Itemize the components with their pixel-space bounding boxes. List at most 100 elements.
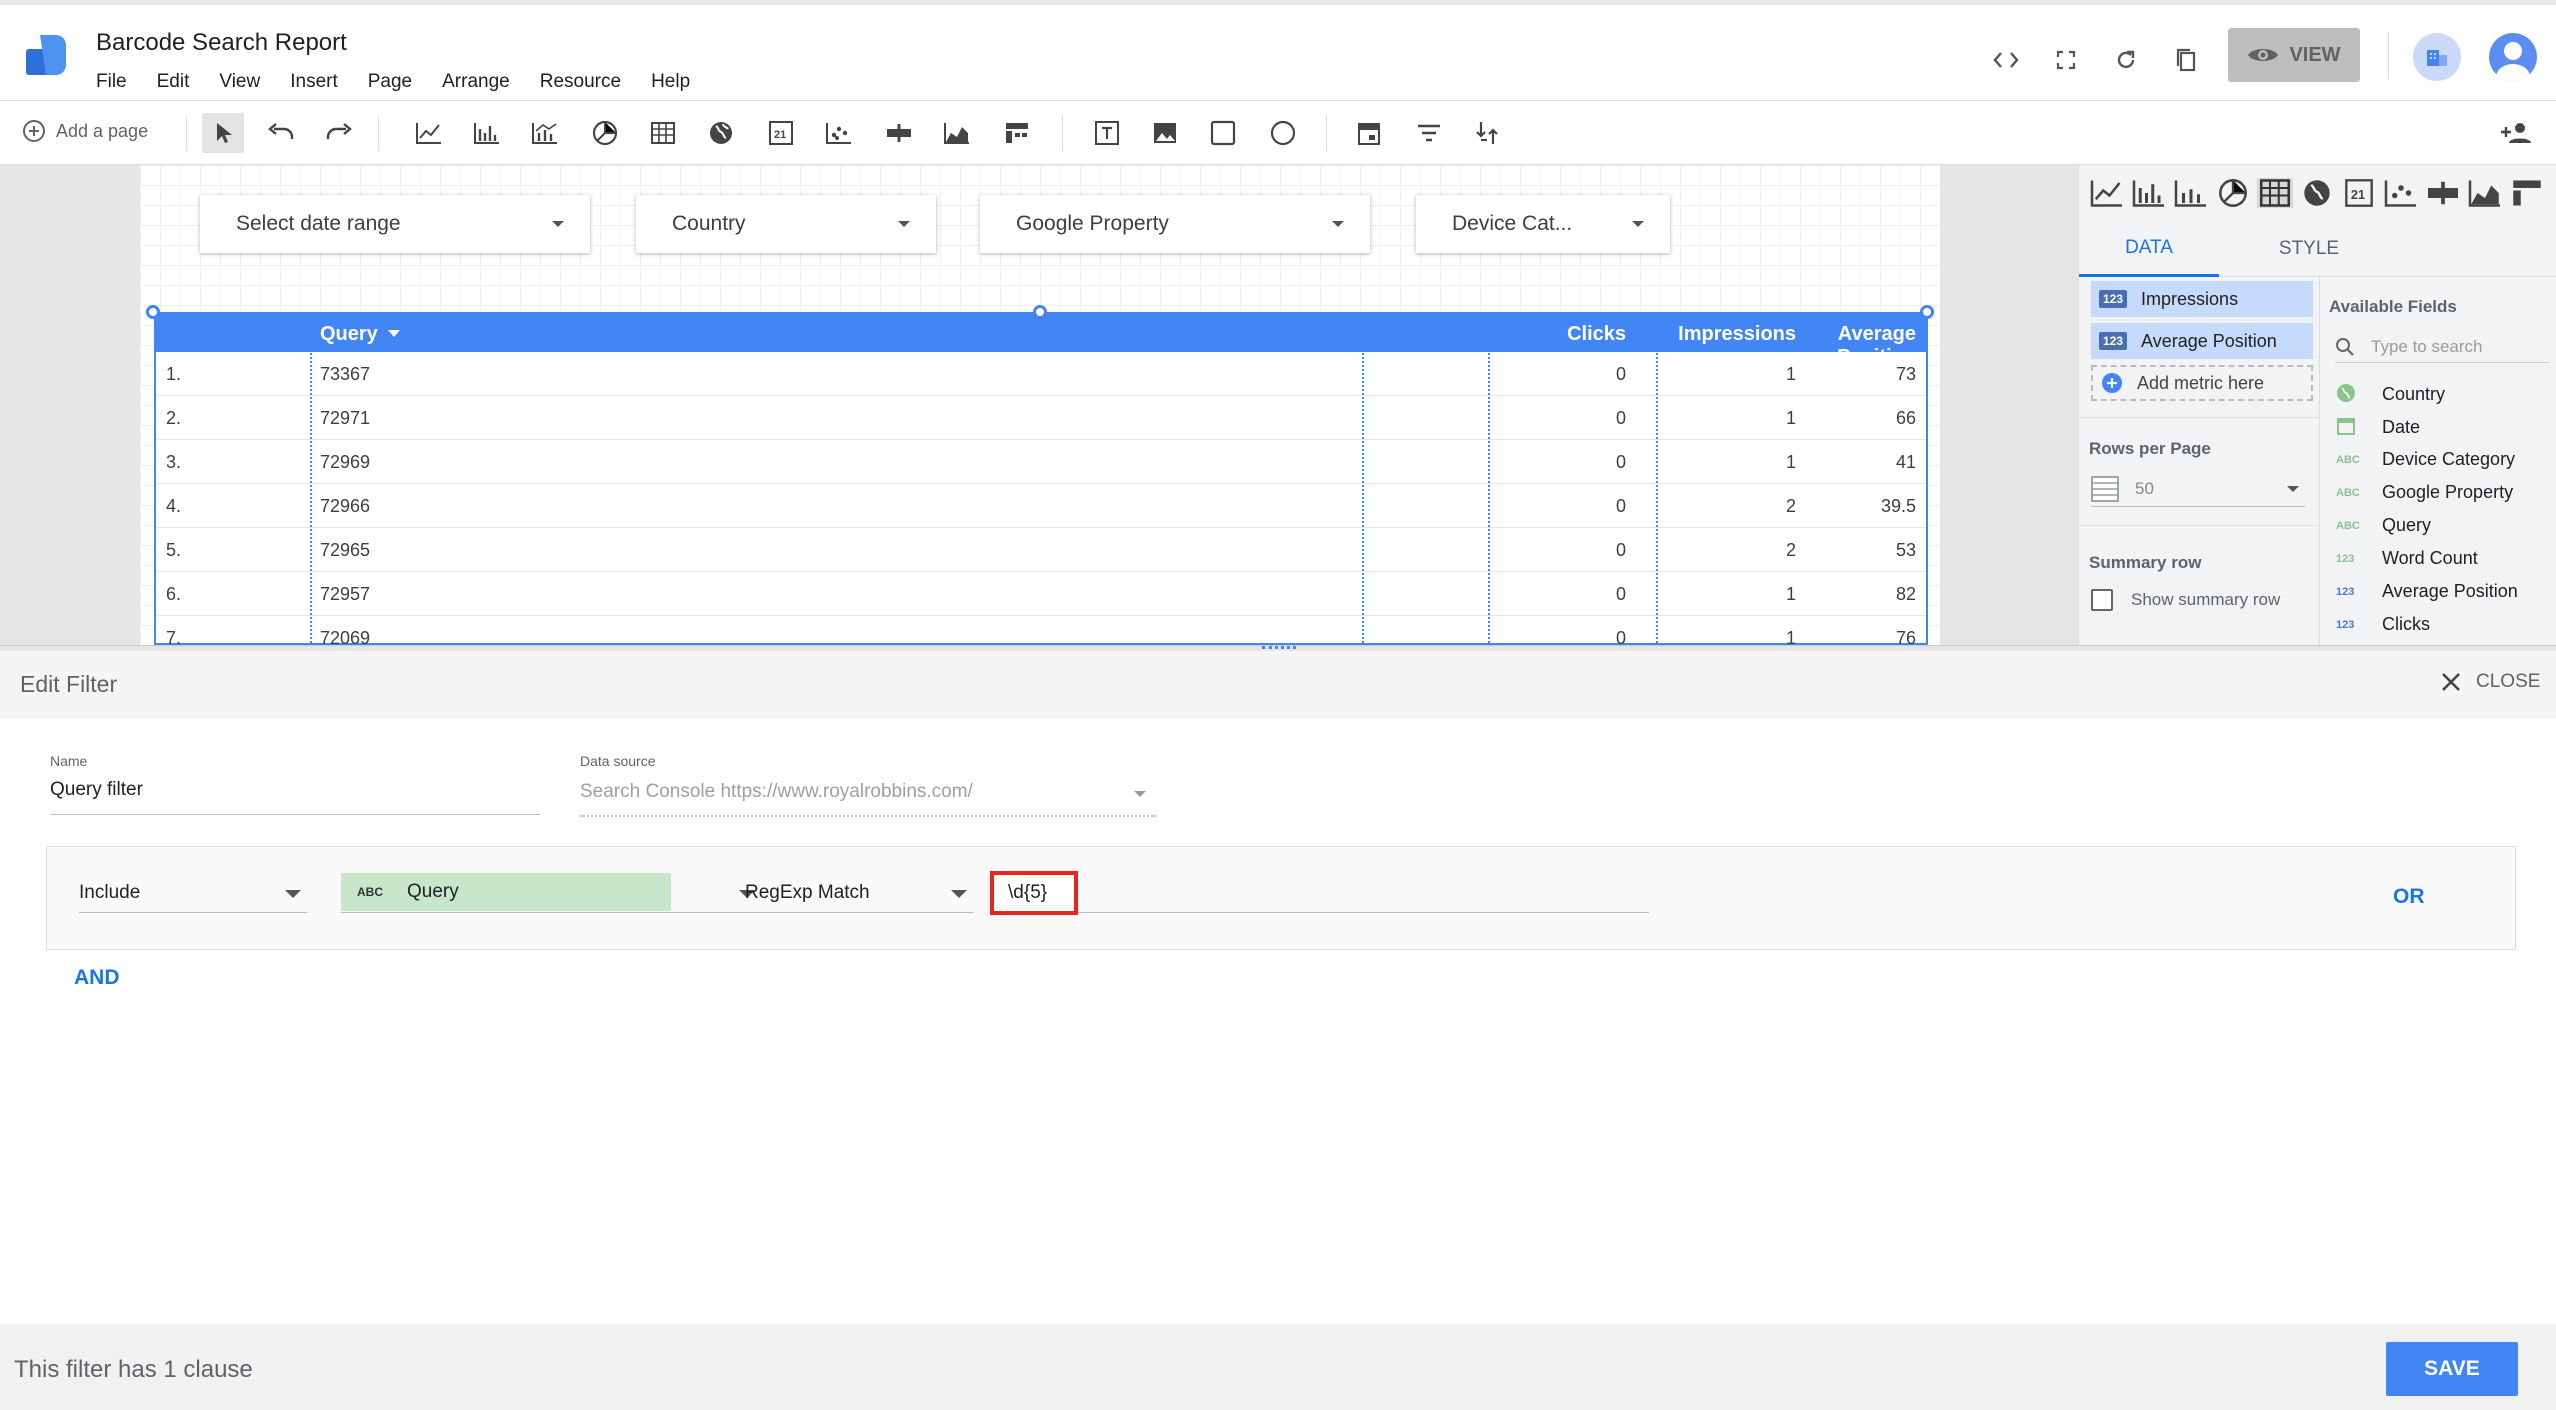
refresh-icon[interactable] (2106, 40, 2146, 80)
table-row[interactable]: 6. 72957 0 1 82 (156, 572, 1926, 616)
user-avatar[interactable] (2489, 33, 2537, 81)
undo-icon[interactable] (260, 113, 302, 153)
menu-view[interactable]: View (219, 71, 260, 93)
column-divider[interactable] (1656, 314, 1658, 647)
geo-map-icon[interactable] (2299, 178, 2335, 208)
pivot-table-icon[interactable] (2509, 178, 2545, 208)
dimension-chip-query[interactable]: ABC Query (341, 873, 671, 911)
pie-chart-icon[interactable] (584, 113, 626, 153)
or-button[interactable]: OR (2393, 885, 2425, 909)
combo-chart-icon[interactable] (2173, 178, 2209, 208)
report-title[interactable]: Barcode Search Report (96, 29, 347, 57)
field-search-input[interactable]: Type to search (2335, 331, 2549, 363)
menu-edit[interactable]: Edit (157, 71, 190, 93)
pie-chart-icon[interactable] (2215, 178, 2251, 208)
bar-chart-icon[interactable] (2131, 178, 2167, 208)
filter-control-icon[interactable] (1408, 113, 1450, 153)
field-item[interactable]: ABC Google Property (2336, 482, 2513, 503)
table-row[interactable]: 1. 73367 0 1 73 (156, 352, 1926, 396)
column-divider[interactable] (310, 314, 312, 647)
resize-handle[interactable] (146, 305, 160, 319)
field-item[interactable]: ABC Query (2336, 515, 2431, 536)
time-series-chart-icon[interactable] (408, 113, 450, 153)
time-series-chart-icon[interactable] (2089, 178, 2125, 208)
image-icon[interactable] (1144, 113, 1186, 153)
menu-resource[interactable]: Resource (540, 71, 621, 93)
metric-chip-average-position[interactable]: 123 Average Position (2091, 323, 2313, 359)
column-divider[interactable] (1488, 314, 1490, 647)
data-studio-logo-icon[interactable] (26, 35, 66, 77)
select-cursor-icon[interactable] (202, 113, 244, 153)
area-chart-icon[interactable] (936, 113, 978, 153)
area-chart-icon[interactable] (2467, 178, 2503, 208)
sort-desc-icon[interactable] (388, 330, 400, 337)
circle-icon[interactable] (1262, 113, 1304, 153)
scorecard-icon[interactable]: 21 (2341, 178, 2377, 208)
scatter-chart-icon[interactable] (818, 113, 860, 153)
drag-handle-icon[interactable] (1262, 646, 1296, 650)
field-item[interactable]: ABC Device Category (2336, 449, 2515, 470)
resize-handle[interactable] (1033, 305, 1047, 319)
menu-insert[interactable]: Insert (290, 71, 338, 93)
device-filter-control[interactable]: Device Cat... (1416, 195, 1670, 253)
fullscreen-icon[interactable] (2046, 40, 2086, 80)
data-control-icon[interactable] (1466, 113, 1508, 153)
share-add-person-icon[interactable] (2496, 113, 2538, 153)
add-metric-button[interactable]: Add metric here (2091, 365, 2313, 401)
table-chart-icon[interactable] (642, 113, 684, 153)
column-divider[interactable] (1362, 314, 1364, 647)
data-source-select[interactable]: Search Console https://www.royalrobbins.… (580, 781, 1156, 817)
table-chart-icon-selected[interactable] (2257, 178, 2293, 208)
bar-chart-icon[interactable] (466, 113, 508, 153)
country-filter-control[interactable]: Country (636, 195, 936, 253)
bullet-chart-icon[interactable] (2425, 178, 2461, 208)
combo-chart-icon[interactable] (524, 113, 566, 153)
menu-help[interactable]: Help (651, 71, 690, 93)
embed-code-icon[interactable] (1986, 40, 2026, 80)
filter-value-input[interactable]: \d{5} (990, 871, 1078, 915)
close-button[interactable]: CLOSE (2440, 671, 2540, 693)
save-button[interactable]: SAVE (2386, 1342, 2518, 1396)
field-item[interactable]: 123 Average Position (2336, 581, 2518, 602)
rows-per-page-select[interactable]: 50 (2091, 471, 2305, 507)
menu-arrange[interactable]: Arrange (442, 71, 510, 93)
field-item[interactable]: 123 Clicks (2336, 614, 2430, 635)
menu-page[interactable]: Page (368, 71, 412, 93)
match-type-select[interactable]: RegExp Match (745, 873, 973, 913)
tab-style[interactable]: STYLE (2239, 221, 2379, 277)
redo-icon[interactable] (318, 113, 360, 153)
view-button[interactable]: VIEW (2228, 28, 2360, 82)
checkbox-box[interactable] (2091, 589, 2113, 611)
column-header-clicks[interactable]: Clicks (1416, 323, 1626, 346)
table-row[interactable]: 2. 72971 0 1 66 (156, 396, 1926, 440)
show-summary-checkbox[interactable]: Show summary row (2091, 589, 2280, 611)
filter-name-input[interactable]: Query filter (50, 779, 540, 815)
field-item[interactable]: 123 Word Count (2336, 548, 2478, 569)
pivot-table-icon[interactable] (996, 113, 1038, 153)
date-range-icon[interactable] (1348, 113, 1390, 153)
table-row[interactable]: 3. 72969 0 1 41 (156, 440, 1926, 484)
bullet-chart-icon[interactable] (878, 113, 920, 153)
menu-file[interactable]: File (96, 71, 127, 93)
geo-map-icon[interactable] (700, 113, 742, 153)
metric-chip-impressions[interactable]: 123 Impressions (2091, 281, 2313, 317)
field-select[interactable]: ABC Query (341, 873, 761, 913)
column-header-query[interactable]: Query (320, 323, 378, 346)
text-box-icon[interactable] (1086, 113, 1128, 153)
resize-handle[interactable] (1920, 305, 1934, 319)
and-button[interactable]: AND (74, 966, 120, 990)
scatter-chart-icon[interactable] (2383, 178, 2419, 208)
field-item[interactable]: Date (2336, 416, 2420, 439)
property-filter-control[interactable]: Google Property (980, 195, 1370, 253)
workspace-icon[interactable] (2413, 33, 2461, 81)
field-item[interactable]: Country (2336, 383, 2445, 406)
duplicate-icon[interactable] (2166, 40, 2206, 80)
rectangle-icon[interactable] (1202, 113, 1244, 153)
data-table[interactable]: Query Clicks Impressions Average Positio… (154, 312, 1928, 660)
add-page-button[interactable]: Add a page (22, 119, 148, 143)
scorecard-icon[interactable]: 21 (760, 113, 802, 153)
table-row[interactable]: 4. 72966 0 2 39.5 (156, 484, 1926, 528)
include-exclude-select[interactable]: Include (79, 873, 307, 913)
date-range-control[interactable]: Select date range (200, 195, 590, 253)
table-row[interactable]: 5. 72965 0 2 53 (156, 528, 1926, 572)
